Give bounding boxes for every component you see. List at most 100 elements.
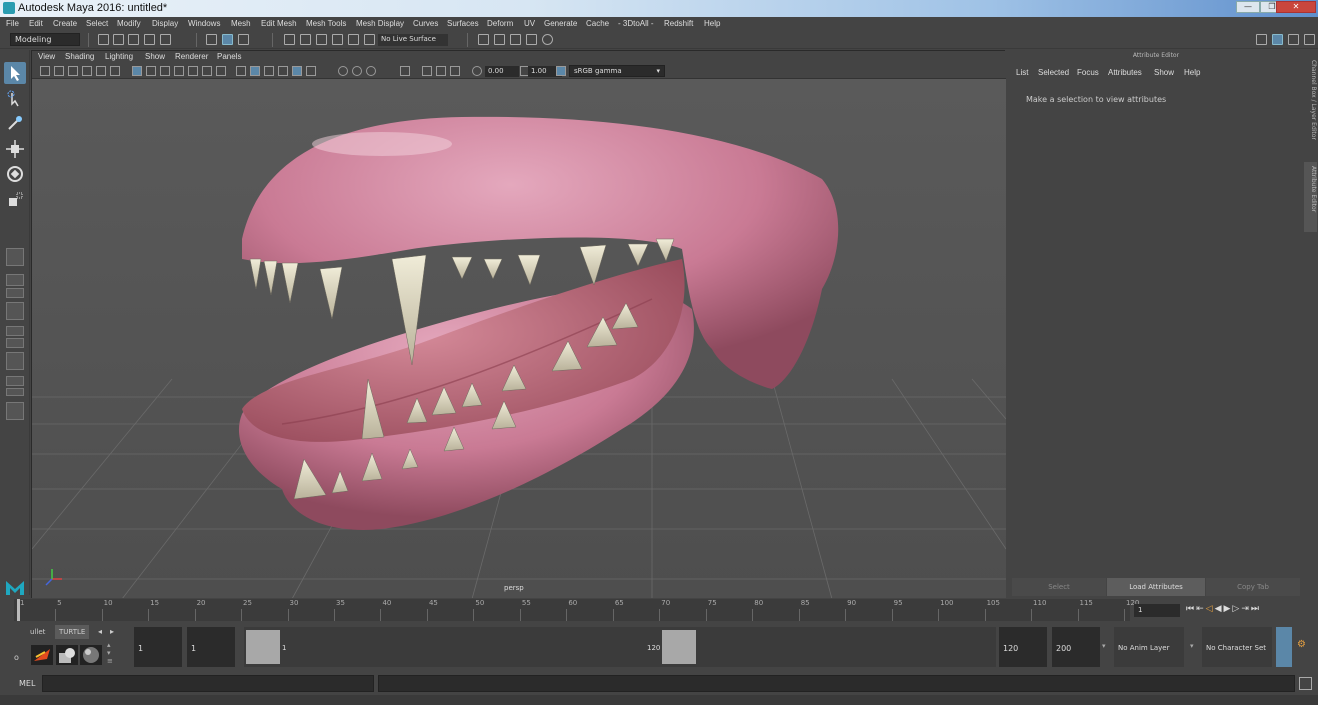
field-chart-icon[interactable] [188, 66, 198, 76]
color-management-icon[interactable] [556, 66, 566, 76]
2d-pan-zoom-icon[interactable] [96, 66, 106, 76]
outliner-layout-icon[interactable] [6, 288, 24, 298]
command-input[interactable] [42, 675, 374, 692]
menu-file[interactable]: File [6, 19, 19, 28]
select-tool-icon[interactable] [4, 62, 26, 84]
turtle-sphere-icon[interactable] [80, 645, 102, 665]
textured-icon[interactable] [278, 66, 288, 76]
attribute-editor-tab[interactable]: Attribute Editor [1304, 162, 1317, 232]
vp-menu-shading[interactable]: Shading [65, 52, 94, 61]
playback-start-field[interactable]: 1 [187, 627, 235, 667]
snap-grid-icon[interactable] [284, 34, 295, 45]
isolate-select-icon[interactable] [400, 66, 410, 76]
script-layout-icon[interactable] [6, 388, 24, 396]
3d-scene[interactable] [31, 79, 1007, 600]
wireframe-on-shaded-icon[interactable] [264, 66, 274, 76]
new-scene-icon[interactable] [98, 34, 109, 45]
menu-redshift[interactable]: Redshift [664, 19, 693, 28]
animation-start-field[interactable]: 1 [134, 627, 182, 667]
vp-menu-panels[interactable]: Panels [217, 52, 241, 61]
three-pane-layout-icon[interactable] [6, 352, 24, 370]
shelf-tab-turtle[interactable]: TURTLE [55, 625, 90, 639]
ae-menu-attributes[interactable]: Attributes [1108, 68, 1142, 77]
ae-menu-focus[interactable]: Focus [1077, 68, 1099, 77]
turtle-render-icon[interactable] [31, 645, 53, 665]
animation-end-field[interactable]: 200 [1052, 627, 1100, 667]
select-hierarchy-icon[interactable] [206, 34, 217, 45]
menu-generate[interactable]: Generate [544, 19, 577, 28]
render-view-icon[interactable] [542, 34, 553, 45]
save-scene-icon[interactable] [128, 34, 139, 45]
view-transform-dropdown[interactable]: sRGB gamma ▾ [569, 65, 665, 77]
channel-box-toggle-icon[interactable] [1304, 34, 1315, 45]
exposure-icon[interactable] [472, 66, 482, 76]
single-pane-layout-icon[interactable] [6, 248, 24, 266]
custom-layout-icon[interactable] [6, 402, 24, 420]
menu-create[interactable]: Create [53, 19, 77, 28]
grease-pencil-icon[interactable] [110, 66, 120, 76]
xray-joints-icon[interactable] [436, 66, 446, 76]
motion-blur-icon[interactable] [352, 66, 362, 76]
image-plane-icon[interactable] [82, 66, 92, 76]
vp-menu-renderer[interactable]: Renderer [175, 52, 208, 61]
step-forward-key-icon[interactable]: ⇥ [1241, 604, 1251, 614]
shelf-options-icon[interactable]: o [14, 653, 19, 662]
menu-windows[interactable]: Windows [188, 19, 220, 28]
select-button[interactable]: Select [1012, 578, 1106, 596]
play-back-icon[interactable]: ◀ [1215, 604, 1224, 614]
character-set-dropdown[interactable]: No Character Set [1202, 627, 1272, 667]
menu-deform[interactable]: Deform [487, 19, 513, 28]
menu-uv[interactable]: UV [524, 19, 535, 28]
menu-help[interactable]: Help [704, 19, 720, 28]
backface-culling-icon[interactable] [450, 66, 460, 76]
menu-edit[interactable]: Edit [29, 19, 43, 28]
snap-curve-icon[interactable] [300, 34, 311, 45]
shelf-scroll-icon[interactable]: ▴ ▾ ≡ [107, 641, 119, 667]
menu-curves[interactable]: Curves [413, 19, 438, 28]
camera-attributes-icon[interactable] [54, 66, 64, 76]
ae-menu-show[interactable]: Show [1154, 68, 1174, 77]
snap-view-plane-icon[interactable] [332, 34, 343, 45]
grid-toggle-icon[interactable] [132, 66, 142, 76]
ae-menu-selected[interactable]: Selected [1038, 68, 1069, 77]
ipr-render-icon[interactable] [494, 34, 505, 45]
side-by-side-layout-icon[interactable] [6, 302, 24, 320]
rotate-tool-icon[interactable] [4, 163, 26, 185]
current-time-indicator[interactable] [17, 599, 20, 621]
smooth-shade-icon[interactable] [250, 66, 260, 76]
wireframe-icon[interactable] [236, 66, 246, 76]
copy-tab-button[interactable]: Copy Tab [1206, 578, 1300, 596]
vp-menu-view[interactable]: View [38, 52, 55, 61]
live-surface-field[interactable]: No Live Surface [378, 34, 448, 46]
channel-box-tab[interactable]: Channel Box / Layer Editor [1304, 56, 1317, 156]
minimize-button[interactable]: — [1236, 1, 1260, 13]
menu-mesh-tools[interactable]: Mesh Tools [306, 19, 346, 28]
paint-select-tool-icon[interactable] [4, 112, 26, 134]
snap-point-icon[interactable] [316, 34, 327, 45]
menu-surfaces[interactable]: Surfaces [447, 19, 479, 28]
script-editor-icon[interactable] [1299, 677, 1312, 690]
menu-select[interactable]: Select [86, 19, 108, 28]
mode-selector[interactable]: Modeling [10, 33, 80, 46]
playback-end-field[interactable]: 120 [999, 627, 1047, 667]
shelf-scroll-right-icon[interactable]: ▸ [110, 627, 114, 636]
chevron-down-icon[interactable]: ▾ [1190, 642, 1194, 650]
gate-mask-icon[interactable] [174, 66, 184, 76]
camera-select-icon[interactable] [40, 66, 50, 76]
ae-menu-help[interactable]: Help [1184, 68, 1200, 77]
shelf-tab-bullet[interactable]: ullet [26, 625, 49, 639]
select-object-icon[interactable] [222, 34, 233, 45]
time-ruler[interactable]: 1 5 10 15 20 25 30 35 40 45 50 55 60 65 70 75 80 85 90 95 10… [14, 599, 1139, 621]
menu-3dtoall[interactable]: - 3DtoAll - [618, 19, 654, 28]
menu-mesh[interactable]: Mesh [231, 19, 251, 28]
xray-icon[interactable] [422, 66, 432, 76]
range-start-handle[interactable] [246, 630, 280, 664]
film-gate-icon[interactable] [146, 66, 156, 76]
render-settings-icon[interactable] [510, 34, 521, 45]
attribute-editor-toggle-icon[interactable] [1272, 34, 1283, 45]
hypershade-icon[interactable] [526, 34, 537, 45]
step-forward-frame-icon[interactable]: ▷ [1232, 604, 1241, 614]
safe-title-icon[interactable] [216, 66, 226, 76]
live-icon[interactable] [364, 34, 375, 45]
command-language-label[interactable]: MEL [19, 679, 35, 688]
